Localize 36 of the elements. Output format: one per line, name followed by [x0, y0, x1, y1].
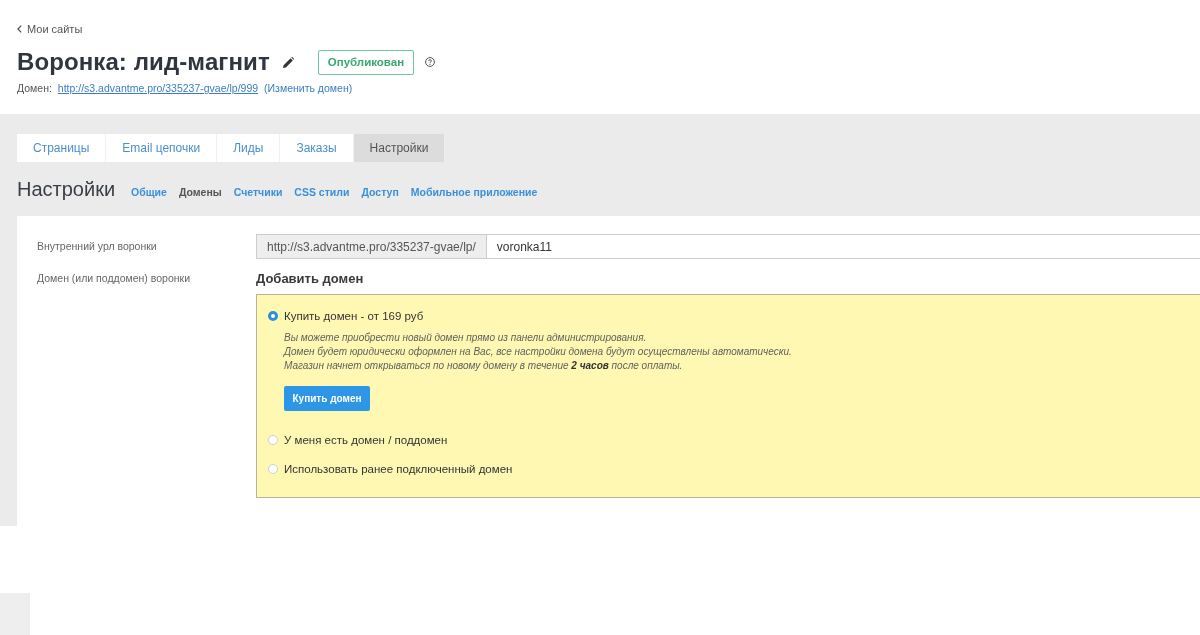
subnav-link[interactable]: Счетчики: [233, 186, 283, 198]
chevron-left-icon: [17, 25, 22, 33]
change-domain-link[interactable]: (Изменить домен): [264, 82, 353, 94]
subnav-link[interactable]: CSS стили: [294, 186, 350, 198]
tab[interactable]: Лиды: [217, 134, 281, 162]
radio-button[interactable]: [268, 311, 278, 321]
page-title: Воронка: лид-магнит: [17, 48, 270, 76]
subnav-link[interactable]: Общие: [131, 186, 167, 198]
status-badge: Опубликован: [317, 49, 415, 75]
radio-button[interactable]: [268, 464, 278, 474]
url-prefix: http://s3.advantme.pro/335237-gvae/lp/: [256, 234, 487, 259]
subnav-link[interactable]: Домены: [178, 186, 222, 198]
tab[interactable]: Настройки: [353, 134, 446, 162]
pencil-icon[interactable]: [282, 56, 294, 68]
option-label: Использовать ранее подключенный домен: [284, 463, 513, 475]
subnav-link[interactable]: Доступ: [361, 186, 399, 198]
tab[interactable]: Страницы: [17, 134, 107, 162]
description-text: Вы можете приобрести новый домен прямо из панели администрирования.: [284, 331, 647, 345]
url-slug-input[interactable]: voronka11: [486, 234, 1200, 259]
option-label: Купить домен - от 169 руб: [284, 310, 424, 322]
field-label: Внутренний урл воронки: [37, 239, 157, 254]
radio-button[interactable]: [268, 435, 278, 445]
buy-domain-button[interactable]: Купить домен: [284, 386, 370, 411]
field-label: Домен (или поддомен) воронки: [37, 271, 190, 286]
back-link[interactable]: Мои сайты: [27, 23, 83, 35]
tab[interactable]: Заказы: [280, 134, 354, 162]
help-icon[interactable]: [425, 57, 436, 67]
section-title: Настройки: [17, 178, 116, 201]
description-text: Домен будет юридически оформлен на Вас, все настройки домена будут осуществлены автоматически.: [284, 345, 792, 359]
domain-label: Домен:: [17, 82, 52, 94]
add-domain-heading: Добавить домен: [256, 270, 364, 288]
option-label: У меня есть домен / поддомен: [284, 434, 448, 446]
description-text: Магазин начнет открываться по новому домену в течение 2 часов после оплаты.: [284, 359, 683, 373]
domain-link[interactable]: http://s3.advantme.pro/335237-gvae/lp/999: [57, 82, 259, 94]
subnav-link[interactable]: Мобильное приложение: [410, 186, 538, 198]
tab[interactable]: Email цепочки: [106, 134, 218, 162]
